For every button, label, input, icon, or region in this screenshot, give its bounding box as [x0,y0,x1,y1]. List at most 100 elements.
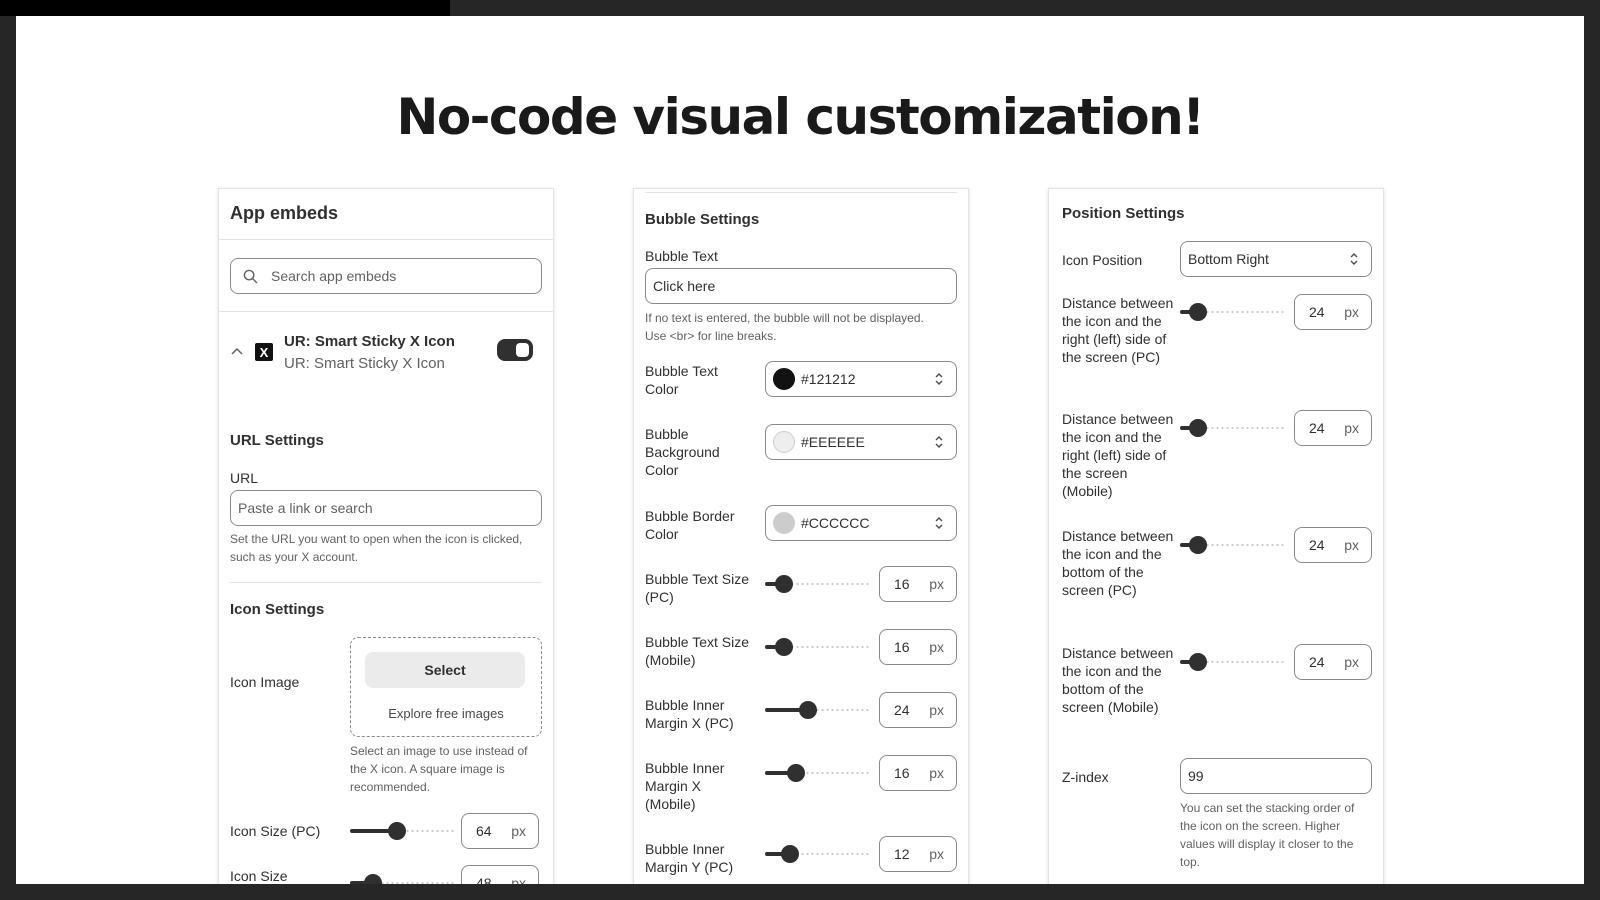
bubble-inner-margin-y-pc-input[interactable]: 12 px [879,836,957,872]
distance-bottom-mobile-input[interactable]: 24 px [1294,644,1372,680]
distance-right-mobile-slider[interactable] [1180,418,1284,438]
slider-knob[interactable] [774,575,793,593]
headline: No-code visual customization! [396,88,1205,146]
bubble-border-color-picker[interactable]: #CCCCCC [765,505,957,541]
distance-right-pc-slider[interactable] [1180,302,1284,322]
explore-free-images-link[interactable]: Explore free images [351,706,541,721]
zindex-help-text: You can set the stacking order of the ic… [1180,801,1355,869]
distance-right-mobile-label: Distance between the icon and the right … [1062,411,1174,499]
slider-knob[interactable] [1188,303,1207,321]
icon-size-pc-input[interactable]: 64 px [461,813,539,849]
number-value: 12 [894,846,910,862]
unit-suffix: px [1344,420,1359,436]
slider-knob[interactable] [387,822,406,840]
unit-suffix: px [511,875,526,884]
bubble-text-size-mobile-input[interactable]: 16 px [879,629,957,665]
icon-position-label: Icon Position [1062,252,1143,268]
select-image-button[interactable]: Select [365,652,525,688]
bubble-inner-margin-x-mobile-slider[interactable] [765,763,869,783]
url-input[interactable]: Paste a link or search [230,490,542,526]
slider-knob[interactable] [1188,536,1207,554]
distance-bottom-pc-input[interactable]: 24 px [1294,527,1372,563]
bubble-text-color-picker[interactable]: #121212 [765,361,957,397]
bubble-text-size-pc-slider[interactable] [765,574,869,594]
url-settings-heading: URL Settings [230,432,324,449]
color-value: #121212 [801,371,856,387]
number-value: 24 [1309,537,1325,553]
zindex-label: Z-index [1062,769,1109,785]
number-value: 64 [476,823,492,839]
x-logo-icon: X [255,343,273,361]
slider-knob[interactable] [1188,653,1207,671]
distance-right-pc-input[interactable]: 24 px [1294,294,1372,330]
app-embeds-panel: App embeds Search app embeds X UR: Smart… [218,188,554,884]
distance-right-mobile-input[interactable]: 24 px [1294,410,1372,446]
bubble-inner-margin-x-mobile-input[interactable]: 16 px [879,755,957,791]
bubble-inner-margin-x-pc-slider[interactable] [765,700,869,720]
icon-image-help-text: Select an image to use instead of the X … [350,744,528,794]
select-value: Bottom Right [1188,251,1269,267]
divider [645,192,957,193]
number-value: 16 [894,639,910,655]
slider-knob[interactable] [774,638,793,656]
help-line: If no text is entered, the bubble will n… [645,311,924,325]
color-swatch [773,512,795,534]
distance-bottom-mobile-slider[interactable] [1180,652,1284,672]
bubble-inner-margin-y-pc-label: Bubble Inner Margin Y (PC) [645,841,734,875]
bubble-bg-color-label: Bubble Background Color [645,426,720,478]
bubble-text-help: If no text is entered, the bubble will n… [645,309,965,345]
app-embed-title: UR: Smart Sticky X Icon [284,333,455,350]
number-value: 16 [894,576,910,592]
slider-knob[interactable] [787,764,806,782]
color-swatch [773,431,795,453]
bubble-text-size-pc-label: Bubble Text Size (PC) [645,571,750,605]
bubble-text-input[interactable]: Click here [645,268,957,304]
unit-suffix: px [929,765,944,781]
icon-size-mobile-label: Icon Size (Mobile) [230,868,288,884]
slider-knob[interactable] [363,874,382,884]
bubble-text-size-mobile-label: Bubble Text Size (Mobile) [645,634,750,668]
select-chevron-icon [935,373,943,385]
bubble-bg-color-picker[interactable]: #EEEEEE [765,424,957,460]
icon-size-mobile-input[interactable]: 48 px [461,865,539,884]
bubble-text-label: Bubble Text [645,248,718,264]
icon-position-select[interactable]: Bottom Right [1180,241,1372,277]
unit-suffix: px [1344,304,1359,320]
zindex-input[interactable]: 99 [1180,758,1372,794]
divider [219,311,553,312]
slider-knob[interactable] [1188,419,1207,437]
select-chevron-icon [1350,253,1358,265]
color-value: #CCCCCC [801,515,870,531]
distance-bottom-pc-slider[interactable] [1180,535,1284,555]
url-help-text: Set the URL you want to open when the ic… [230,532,523,564]
chevron-up-icon[interactable] [231,346,243,356]
unit-suffix: px [929,846,944,862]
slider-knob[interactable] [798,701,817,719]
icon-size-pc-slider[interactable] [350,821,454,841]
number-value: 24 [1309,420,1325,436]
unit-suffix: px [929,702,944,718]
bubble-inner-margin-x-pc-input[interactable]: 24 px [879,692,957,728]
bubble-inner-margin-x-mobile-label: Bubble Inner Margin X (Mobile) [645,760,725,812]
app-embed-toggle[interactable] [497,339,533,361]
bubble-text-size-mobile-slider[interactable] [765,637,869,657]
help-line: Use <br> for line breaks. [645,329,777,343]
unit-suffix: px [511,823,526,839]
slider-knob[interactable] [780,845,799,863]
unit-suffix: px [929,576,944,592]
bubble-inner-margin-x-pc-label: Bubble Inner Margin X (PC) [645,697,734,731]
select-chevron-icon [935,517,943,529]
position-settings-heading: Position Settings [1062,205,1185,222]
bubble-text-size-pc-input[interactable]: 16 px [879,566,957,602]
icon-size-mobile-slider[interactable] [350,873,454,884]
search-input[interactable]: Search app embeds [230,258,542,294]
search-placeholder: Search app embeds [271,268,397,284]
unit-suffix: px [929,639,944,655]
divider [230,582,542,583]
distance-bottom-mobile-label: Distance between the icon and the bottom… [1062,645,1174,715]
icon-image-dropzone[interactable]: Select Explore free images [350,637,542,737]
bubble-text-color-label: Bubble Text Color [645,363,718,397]
bubble-inner-margin-y-pc-slider[interactable] [765,844,869,864]
distance-bottom-pc-label: Distance between the icon and the bottom… [1062,528,1174,598]
number-value: 16 [894,765,910,781]
